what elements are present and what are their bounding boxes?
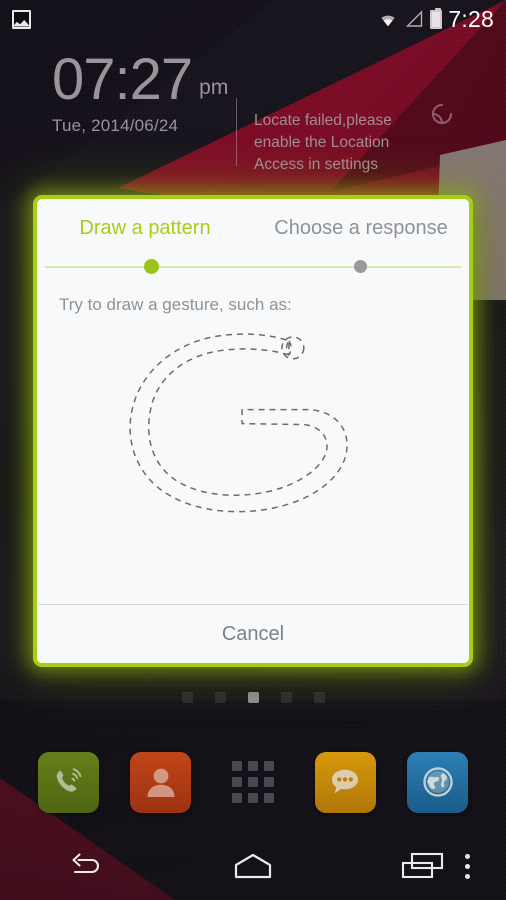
clock-time-row: 07:27 pm bbox=[52, 47, 229, 112]
dock-item-app-drawer[interactable] bbox=[222, 752, 283, 813]
nav-home-button[interactable] bbox=[169, 832, 338, 900]
gesture-canvas[interactable] bbox=[37, 315, 469, 604]
status-bar-notifications[interactable] bbox=[0, 9, 31, 29]
status-bar-clock: 7:28 bbox=[448, 5, 494, 32]
person-icon bbox=[147, 768, 175, 797]
overflow-menu-icon bbox=[464, 853, 470, 859]
step-dot-inactive[interactable] bbox=[354, 260, 367, 273]
wifi-icon bbox=[381, 15, 396, 27]
nav-overflow-button[interactable] bbox=[450, 832, 484, 900]
dock bbox=[0, 742, 506, 822]
page-dot-active[interactable] bbox=[247, 692, 259, 703]
nav-back-button[interactable] bbox=[0, 832, 169, 900]
dock-item-phone[interactable] bbox=[37, 751, 99, 813]
page-dot[interactable] bbox=[181, 692, 193, 703]
dialog-tabs: Draw a pattern Choose a response bbox=[37, 199, 469, 257]
gesture-dialog: Draw a pattern Choose a response Try to … bbox=[33, 195, 473, 667]
chat-bubble-icon bbox=[332, 769, 359, 794]
clock-date: Tue, 2014/06/24 bbox=[52, 116, 179, 136]
navigation-bar bbox=[0, 832, 506, 900]
status-bar-system-icons[interactable]: 7:28 bbox=[377, 5, 506, 32]
dialog-instruction-text: Try to draw a gesture, such as: bbox=[59, 295, 292, 314]
overflow-menu-icon bbox=[464, 873, 470, 879]
refresh-icon[interactable] bbox=[428, 100, 456, 128]
tab-choose-a-response[interactable]: Choose a response bbox=[253, 217, 469, 240]
tab-draw-a-pattern[interactable]: Draw a pattern bbox=[37, 217, 253, 240]
status-bar[interactable]: 7:28 bbox=[0, 0, 506, 38]
dock-item-browser[interactable] bbox=[407, 751, 469, 813]
dock-item-messaging[interactable] bbox=[314, 751, 376, 813]
page-dot[interactable] bbox=[313, 692, 325, 703]
step-connector-line bbox=[45, 266, 461, 268]
apps-grid-icon bbox=[231, 761, 274, 803]
step-dot-active[interactable] bbox=[144, 259, 159, 274]
signal-triangle-icon bbox=[406, 10, 423, 27]
dock-item-contacts[interactable] bbox=[130, 751, 192, 813]
home-icon bbox=[234, 853, 272, 879]
clock-time-block[interactable]: 07:27 pm Tue, 2014/06/24 bbox=[52, 47, 229, 136]
dialog-step-indicator bbox=[37, 257, 469, 277]
clock-ampm: pm bbox=[199, 76, 229, 100]
photo-icon bbox=[12, 9, 31, 29]
clock-hours-minutes: 07:27 bbox=[52, 47, 193, 112]
clock-widget-divider bbox=[236, 98, 237, 166]
battery-icon bbox=[430, 7, 443, 29]
phone-icon bbox=[56, 768, 82, 792]
page-indicator bbox=[0, 692, 506, 703]
clock-widget[interactable]: 07:27 pm Tue, 2014/06/24 Locate failed,p… bbox=[0, 44, 506, 173]
weather-status-message: Locate failed,please enable the Location… bbox=[254, 112, 392, 173]
back-arrow-icon bbox=[72, 853, 100, 874]
globe-icon bbox=[423, 767, 453, 797]
overflow-menu-icon bbox=[464, 863, 470, 869]
cancel-button[interactable]: Cancel bbox=[37, 605, 469, 663]
gesture-hint-g-icon bbox=[129, 333, 348, 513]
recents-icon bbox=[401, 852, 443, 879]
page-dot[interactable] bbox=[214, 692, 226, 703]
page-dot[interactable] bbox=[280, 692, 292, 703]
